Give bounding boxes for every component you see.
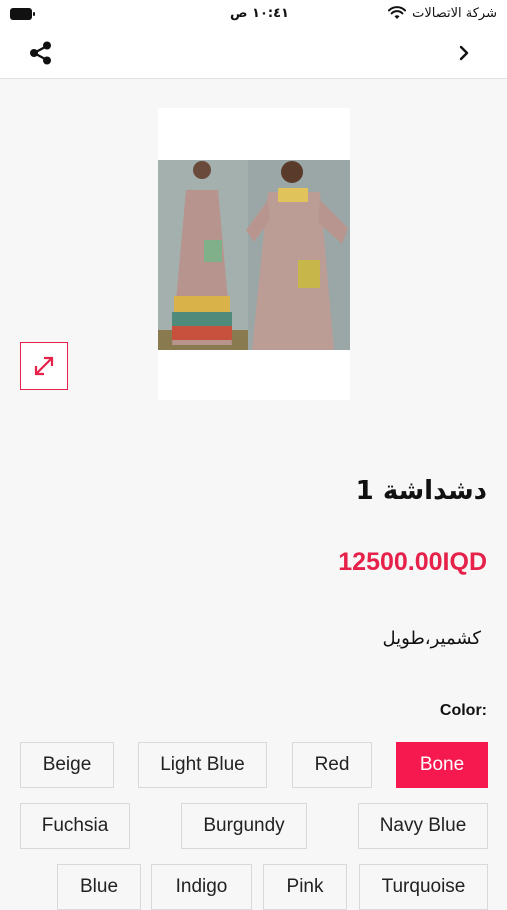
chevron-right-icon[interactable] — [455, 44, 473, 62]
status-bar: ١٠:٤١ ص شركة الاتصالات — [0, 0, 507, 30]
color-option-bone[interactable]: Bone — [396, 742, 488, 788]
wifi-icon — [388, 6, 406, 19]
color-option-light-blue[interactable]: Light Blue — [138, 742, 267, 788]
expand-icon — [34, 356, 54, 376]
color-label: Color: — [439, 702, 487, 719]
color-option-navy-blue[interactable]: Navy Blue — [358, 803, 488, 849]
color-option-burgundy[interactable]: Burgundy — [181, 803, 307, 849]
product-image[interactable] — [158, 108, 350, 400]
color-option-beige[interactable]: Beige — [20, 742, 114, 788]
color-option-red[interactable]: Red — [292, 742, 372, 788]
product-price: 12500.00IQD — [338, 548, 487, 576]
battery-icon — [10, 8, 36, 20]
product-description: كشمير،طويل — [382, 628, 481, 649]
expand-image-button[interactable] — [20, 342, 68, 390]
status-time: ١٠:٤١ ص — [230, 6, 289, 21]
product-title: دشداشة 1 — [355, 476, 487, 506]
color-option-pink[interactable]: Pink — [263, 864, 347, 910]
color-option-blue[interactable]: Blue — [57, 864, 141, 910]
color-option-turquoise[interactable]: Turquoise — [359, 864, 488, 910]
share-icon[interactable] — [28, 40, 54, 66]
color-option-fuchsia[interactable]: Fuchsia — [20, 803, 130, 849]
product-photo — [158, 160, 350, 350]
status-carrier: شركة الاتصالات — [412, 6, 497, 21]
nav-bar — [0, 30, 507, 79]
color-option-indigo[interactable]: Indigo — [151, 864, 252, 910]
